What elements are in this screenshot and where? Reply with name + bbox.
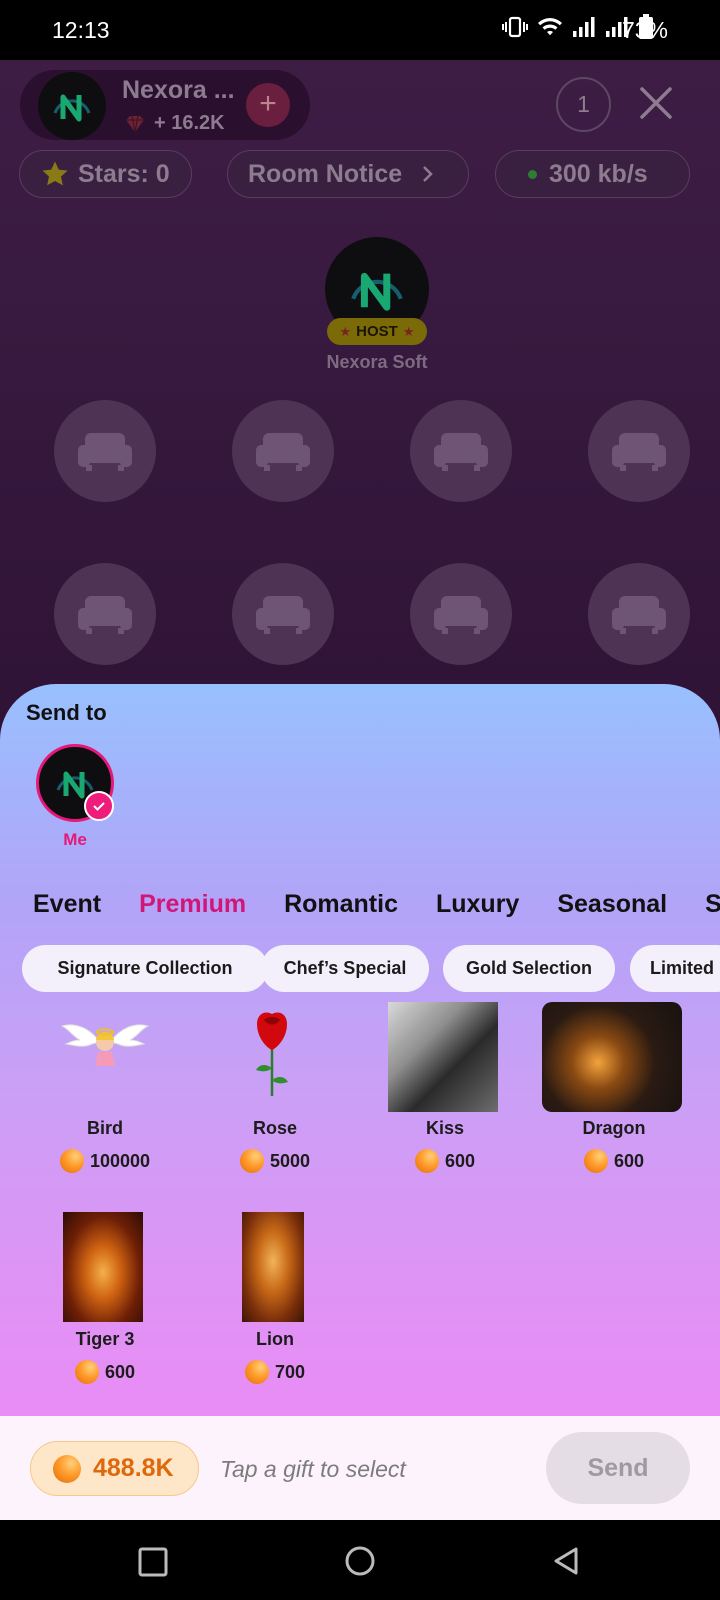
tab-event[interactable]: Event [33,890,101,919]
coin-icon [244,1360,269,1384]
gift-price-value: 700 [274,1361,306,1382]
close-icon[interactable] [638,85,674,121]
empty-seat[interactable] [54,563,156,665]
home-icon[interactable] [344,1545,376,1577]
host-stat-value: + 16.2K [154,112,225,134]
gift-image-kiss[interactable] [388,1002,498,1112]
follow-add-button[interactable]: + [246,83,290,127]
status-bar: 12:13 73% [0,0,720,60]
gift-name: Lion [256,1329,294,1349]
sofa-icon [78,433,132,471]
tab-luxury[interactable]: Luxury [436,890,519,919]
nexora-logo-icon [351,272,403,311]
coin-balance-button[interactable]: 488.8K [30,1441,199,1496]
gift-price: 700 [195,1360,355,1384]
recents-icon[interactable] [138,1547,168,1577]
send-to-label: Send to [26,700,107,725]
gift-price: 600 [534,1149,694,1173]
empty-seat[interactable] [588,563,690,665]
nexora-logo-icon [53,94,91,122]
star-icon [42,161,68,186]
host-name: Nexora ... [122,76,235,104]
diamond-heart-icon [126,115,144,132]
recipient-label: Me [63,830,87,849]
gift-price-value: 100000 [89,1150,151,1171]
gift-name: Kiss [425,1118,465,1138]
gift-image-lion[interactable] [242,1212,304,1322]
tab-romantic[interactable]: Romantic [284,890,398,919]
network-speed-label: 300 kb/s [549,159,648,188]
gift-image-bird[interactable] [60,1012,150,1082]
star-icon: ★ [402,323,415,339]
viewer-count-button[interactable]: 1 [556,77,611,132]
gift-name: Bird [87,1118,123,1138]
gift-name: Dragon [582,1118,646,1138]
stars-chip[interactable]: Stars: 0 [19,150,192,198]
room-notice-label: Room Notice [248,159,403,188]
gift-category-tabs: Event Premium Romantic Luxury Seasonal S [33,890,720,919]
gift-price-value: 5000 [269,1150,311,1171]
empty-seat[interactable] [232,563,334,665]
coin-icon [59,1149,84,1173]
gift-price: 100000 [25,1149,185,1173]
room-notice-button[interactable]: Room Notice [227,150,469,198]
empty-seat[interactable] [410,563,512,665]
empty-seat[interactable] [54,400,156,502]
subcategory-chip[interactable]: Gold Selection [443,945,615,992]
signal-icon-1 [573,17,595,37]
subcategory-chip[interactable]: Signature Collection [22,945,268,992]
gift-image-rose[interactable] [247,1008,297,1098]
system-nav-bar [0,1520,720,1600]
host-badge: ★ HOST ★ [327,318,427,345]
sofa-icon [434,433,488,471]
status-time: 12:13 [52,17,110,43]
sofa-icon [78,596,132,634]
gift-price: 600 [25,1360,185,1384]
battery-percent: 73% [621,17,668,43]
host-gift-stat: + 16.2K [124,112,225,135]
empty-seat[interactable] [410,400,512,502]
subcategory-chip[interactable]: Limited [630,945,720,992]
star-icon: ★ [339,323,352,339]
empty-seat[interactable] [232,400,334,502]
tab-seasonal[interactable]: Seasonal [557,890,667,919]
sofa-icon [612,433,666,471]
stars-label: Stars: 0 [78,159,170,188]
sofa-icon [256,596,310,634]
host-badge-label: HOST [356,323,398,340]
gift-price: 600 [365,1149,525,1173]
coin-balance-value: 488.8K [93,1454,174,1482]
send-gift-button[interactable]: Send [546,1432,690,1504]
network-speed-chip: 300 kb/s [495,150,690,198]
gift-image-dragon[interactable] [542,1002,682,1112]
sofa-icon [434,596,488,634]
connection-status-dot [528,169,537,179]
coin-icon [414,1149,439,1173]
chevron-right-icon [423,166,433,182]
host-seat-name: Nexora Soft [326,352,428,372]
subcategory-chip[interactable]: Chef’s Special [261,945,429,992]
sofa-icon [612,596,666,634]
tab-premium[interactable]: Premium [139,890,246,919]
gift-price-value: 600 [613,1150,645,1171]
gift-name: Tiger 3 [75,1329,135,1349]
coin-icon [239,1149,264,1173]
vibrate-icon [502,16,528,38]
selected-check-icon [84,791,114,821]
coin-icon [53,1454,81,1483]
coin-icon [583,1149,608,1173]
back-icon[interactable] [552,1546,580,1576]
wifi-icon [538,18,562,36]
gift-select-hint: Tap a gift to select [220,1456,406,1482]
host-avatar[interactable] [38,72,106,140]
tab-s[interactable]: S [705,890,720,919]
gift-price-value: 600 [104,1361,136,1382]
coin-icon [74,1360,99,1384]
gift-price-value: 600 [444,1150,476,1171]
sofa-icon [256,433,310,471]
gift-image-tiger-3[interactable] [63,1212,143,1322]
gift-price: 5000 [195,1149,355,1173]
gift-name: Rose [252,1118,297,1138]
empty-seat[interactable] [588,400,690,502]
